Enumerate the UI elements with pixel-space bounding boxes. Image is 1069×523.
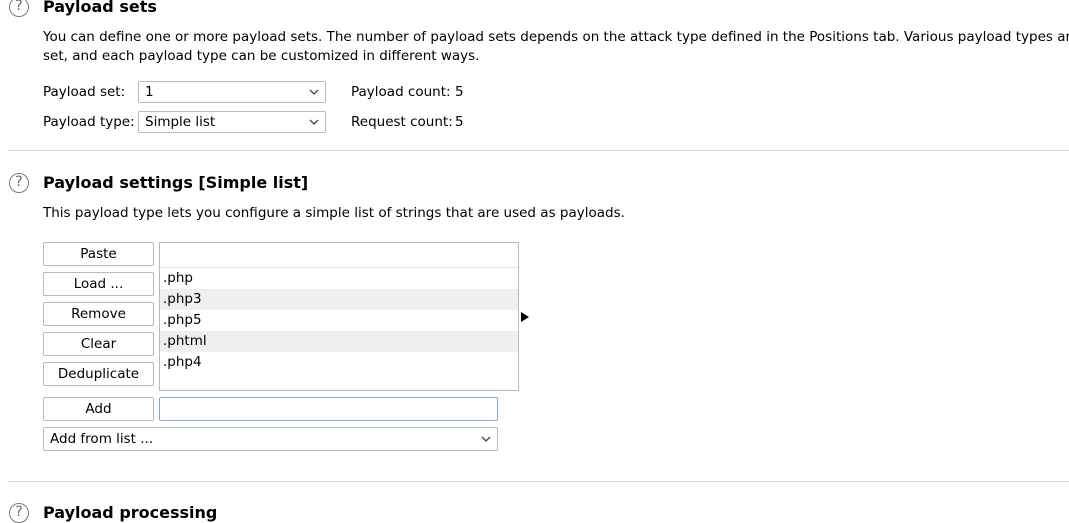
payload-sets-title: Payload sets: [43, 0, 157, 16]
remove-button[interactable]: Remove: [43, 302, 154, 326]
section-divider: [8, 150, 1069, 151]
add-from-list-label: Add from list ...: [50, 431, 154, 447]
payload-type-label: Payload type:: [43, 114, 135, 130]
payload-type-select[interactable]: Simple list: [138, 111, 326, 133]
request-count-label: Request count:: [351, 114, 453, 130]
list-item[interactable]: .php: [160, 268, 518, 289]
payload-set-label: Payload set:: [43, 84, 126, 100]
payload-count-value: 5: [455, 84, 464, 100]
payload-sets-description-line1: You can define one or more payload sets.…: [43, 29, 1069, 45]
load-button[interactable]: Load ...: [43, 272, 154, 296]
payload-count-label: Payload count:: [351, 84, 451, 100]
paste-button[interactable]: Paste: [43, 242, 154, 266]
payload-type-value: Simple list: [145, 114, 216, 130]
payload-settings-title: Payload settings [Simple list]: [43, 173, 309, 192]
triangle-right-icon: [521, 312, 529, 322]
deduplicate-button[interactable]: Deduplicate: [43, 362, 154, 386]
list-item[interactable]: .php4: [160, 352, 518, 373]
list-item[interactable]: .phtml: [160, 331, 518, 352]
request-count-value: 5: [455, 114, 464, 130]
add-payload-input[interactable]: [159, 397, 498, 421]
chevron-down-icon: [481, 436, 491, 442]
section-divider: [8, 481, 1069, 482]
payload-set-select[interactable]: 1: [138, 81, 326, 103]
payload-set-value: 1: [145, 84, 154, 100]
chevron-down-icon: [309, 119, 319, 125]
payload-sets-help-icon[interactable]: ?: [9, 0, 29, 17]
add-button[interactable]: Add: [43, 397, 154, 421]
payload-settings-help-icon[interactable]: ?: [9, 173, 29, 193]
add-from-list-select[interactable]: Add from list ...: [43, 427, 498, 451]
chevron-down-icon: [309, 89, 319, 95]
payload-processing-title: Payload processing: [43, 503, 218, 522]
payload-list-header: [160, 243, 518, 268]
payload-settings-description: This payload type lets you configure a s…: [43, 205, 625, 221]
payload-sets-description-line2: set, and each payload type can be custom…: [43, 48, 480, 64]
clear-button[interactable]: Clear: [43, 332, 154, 356]
payload-list[interactable]: .php .php3 .php5 .phtml .php4: [159, 242, 519, 391]
list-item[interactable]: .php5: [160, 310, 518, 331]
list-item[interactable]: .php3: [160, 289, 518, 310]
payload-processing-help-icon[interactable]: ?: [9, 503, 29, 523]
